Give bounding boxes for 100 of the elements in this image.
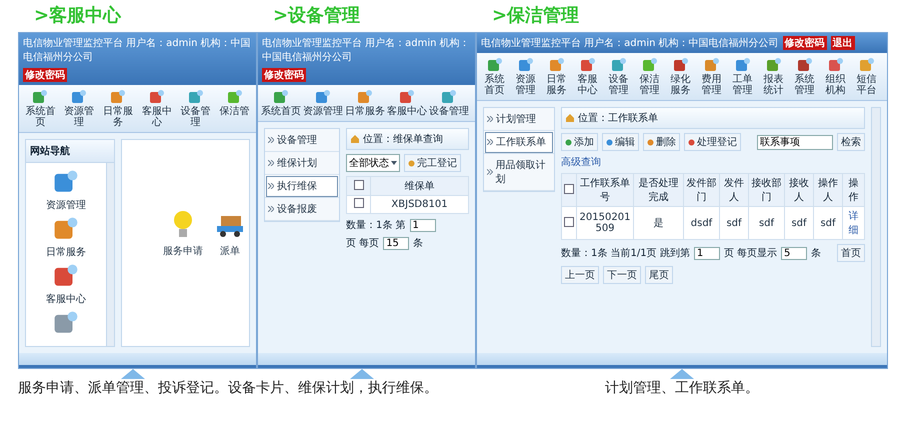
checkbox[interactable]	[354, 198, 364, 208]
action-button[interactable]: 完工登记	[404, 154, 461, 172]
table-cell: sdf	[814, 206, 842, 240]
chevron-icon	[268, 160, 274, 166]
tile-icon	[548, 57, 564, 73]
nav-item[interactable]: 客服中心	[46, 263, 86, 306]
action-button[interactable]: 删除	[643, 133, 680, 151]
chevron-icon	[487, 139, 493, 145]
checkbox[interactable]	[564, 184, 574, 194]
page-button[interactable]: 上一页	[561, 266, 599, 284]
toolbar-button[interactable]: 工单管理	[728, 56, 757, 97]
tile-icon	[672, 57, 688, 73]
toolbar-button[interactable]: 日常服务	[542, 56, 571, 97]
menu-item[interactable]: 设备报废	[265, 198, 339, 221]
tile-icon	[858, 57, 874, 73]
tile-icon	[441, 89, 457, 105]
action-button[interactable]: 处理登记	[684, 133, 741, 151]
header-link[interactable]: 修改密码	[23, 68, 67, 82]
toolbar-button[interactable]: 设备管理	[429, 88, 469, 118]
tile-icon	[399, 89, 415, 105]
action-button[interactable]: 编辑	[602, 133, 639, 151]
tile-icon	[53, 169, 79, 195]
toolbar-button[interactable]: 客服中心	[573, 56, 602, 97]
tile-icon	[518, 57, 534, 73]
search-field[interactable]: 联系事项	[757, 134, 833, 150]
nav-item[interactable]: 日常服务	[46, 216, 86, 259]
search-button[interactable]: 检索	[837, 133, 865, 151]
toolbar-button[interactable]: 日常服务	[345, 88, 385, 118]
tile-icon	[734, 57, 750, 73]
page-input[interactable]: 1	[694, 246, 720, 260]
table-header: 操作	[842, 174, 864, 206]
action-button[interactable]: 添加	[561, 133, 598, 151]
shortcut[interactable]: 服务申请	[163, 210, 203, 258]
page-button[interactable]: 下一页	[603, 266, 641, 284]
page-input[interactable]: 5	[781, 246, 808, 260]
toolbar-button[interactable]: 设备管理	[604, 56, 633, 97]
toolbar-button[interactable]: 保洁管理	[635, 56, 664, 97]
panel-title: 网站导航	[26, 140, 114, 163]
toolbar-button[interactable]: 日常服务	[100, 88, 136, 129]
tile-icon	[828, 57, 844, 73]
table-cell: dsdf	[684, 206, 720, 240]
menu-item[interactable]: 工作联系单	[484, 131, 554, 154]
toolbar-button[interactable]: 系统首页	[22, 88, 59, 129]
nav-item[interactable]: 资源管理	[46, 169, 86, 212]
scrollbar[interactable]	[871, 107, 881, 347]
toolbar-button[interactable]: 设备管理	[177, 88, 214, 129]
menu-item[interactable]: 用品领取计划	[484, 154, 554, 191]
page-button[interactable]: 尾页	[645, 266, 673, 284]
window-title: 电信物业管理监控平台 用户名：admin 机构：中国电信福州分公司	[23, 36, 252, 64]
caption: 服务申请、派单管理、投诉登记。设备卡片、维保计划，执行维保。	[18, 379, 439, 397]
table-cell: sdf	[748, 206, 784, 240]
tile-icon	[796, 57, 812, 73]
table-header: 发件人	[720, 174, 748, 206]
toolbar-button[interactable]: 系统管理	[790, 56, 819, 97]
toolbar-button[interactable]: 客服中心	[387, 88, 427, 118]
header-link[interactable]: 修改密码	[782, 36, 827, 50]
chevron-icon	[268, 206, 274, 212]
toolbar-button[interactable]: 组织机构	[821, 56, 850, 97]
tile-icon	[766, 57, 782, 73]
section-heading: >客服中心	[33, 4, 122, 28]
shortcut[interactable]: 派单	[217, 210, 243, 258]
section-heading: >保洁管理	[491, 4, 580, 28]
toolbar-button[interactable]: 资源管理	[60, 88, 98, 129]
advanced-search-link[interactable]: 高级查询	[561, 155, 601, 169]
page-button[interactable]: 首页	[837, 244, 865, 262]
toolbar-button[interactable]: 资源管理	[303, 88, 343, 118]
toolbar-button[interactable]: 短信平台	[852, 56, 881, 97]
tile-icon	[188, 89, 204, 105]
page-input[interactable]: 1	[410, 218, 436, 232]
caption: 计划管理、工作联系单。	[604, 379, 760, 397]
pager-text: 条	[413, 237, 424, 250]
menu-item[interactable]: 设备管理	[265, 129, 339, 152]
chevron-icon	[487, 116, 493, 122]
toolbar-button[interactable]: 绿化服务	[666, 56, 695, 97]
tile-icon	[71, 89, 88, 105]
toolbar-button[interactable]: 报表统计	[759, 56, 788, 97]
tile-icon	[53, 216, 79, 242]
detail-link[interactable]: 详细	[842, 206, 864, 240]
toolbar-button[interactable]: 客服中心	[138, 88, 176, 129]
lightbulb-icon	[172, 210, 194, 240]
header-link[interactable]: 修改密码	[262, 68, 306, 82]
pointer-icon	[670, 369, 694, 379]
toolbar-button[interactable]: 保洁管	[216, 88, 253, 129]
toolbar-button[interactable]: 系统首页	[261, 88, 301, 118]
table-cell: sdf	[720, 206, 748, 240]
home-icon	[350, 134, 360, 144]
action-icon	[688, 138, 695, 146]
menu-item[interactable]: 执行维保	[265, 175, 339, 198]
pager-text: 页 每页显示	[724, 247, 778, 260]
window-title: 电信物业管理监控平台 用户名：admin 机构：中国电信福州分公司	[481, 36, 779, 50]
toolbar-button[interactable]: 费用管理	[697, 56, 726, 97]
checkbox[interactable]	[354, 180, 364, 190]
checkbox[interactable]	[564, 216, 574, 226]
header-link[interactable]: 退出	[830, 36, 855, 50]
toolbar-button[interactable]: 系统首页	[480, 56, 509, 97]
page-input[interactable]: 15	[383, 236, 410, 250]
scrollbar[interactable]	[106, 163, 114, 346]
tile-icon	[148, 89, 165, 105]
toolbar-button[interactable]: 资源管理	[511, 56, 540, 97]
status-select[interactable]: 全部状态	[346, 154, 400, 172]
